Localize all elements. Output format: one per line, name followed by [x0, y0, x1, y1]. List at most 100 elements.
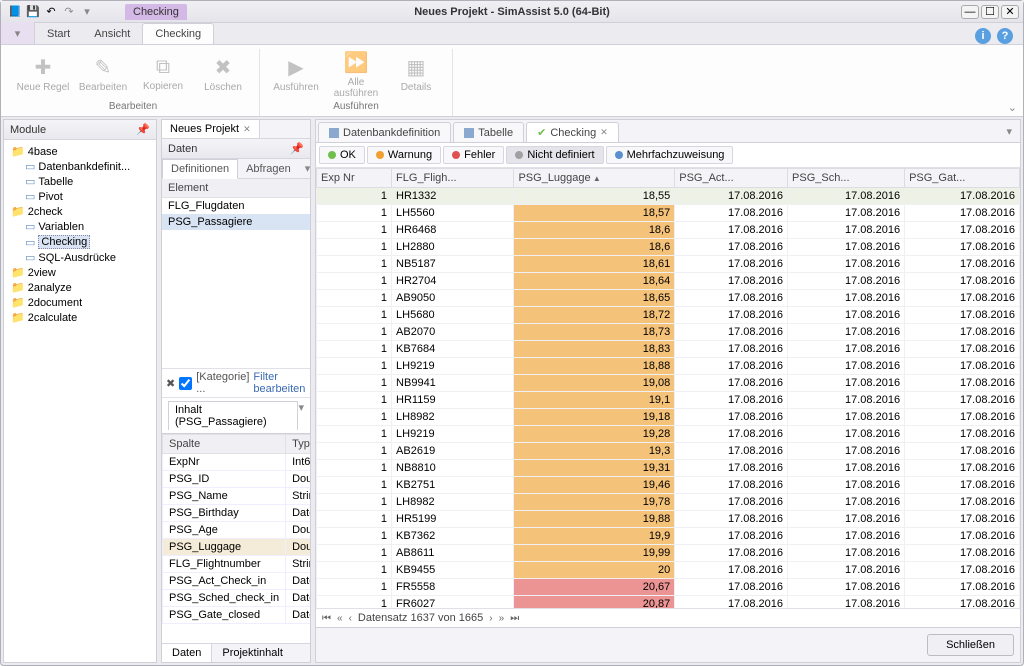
table-row[interactable]: 1AB861119,9917.08.201617.08.201617.08.20…	[317, 545, 1020, 562]
prop-row[interactable]: PSG_LuggageDouble	[163, 539, 311, 556]
filter-chip[interactable]: Mehrfachzuweisung	[606, 146, 734, 164]
filter-clear-icon[interactable]: ✖	[166, 377, 175, 390]
table-row[interactable]: 1NB518718,6117.08.201617.08.201617.08.20…	[317, 256, 1020, 273]
quick-dropdown-icon[interactable]: ▾	[79, 4, 95, 20]
file-menu-button[interactable]: ▾	[1, 22, 35, 44]
inhalt-dropdown-icon[interactable]: ▾	[298, 401, 304, 430]
table-row[interactable]: 1LH921919,2817.08.201617.08.201617.08.20…	[317, 426, 1020, 443]
save-icon[interactable]: 💾	[25, 4, 41, 20]
grid-header[interactable]: Exp Nr	[317, 169, 392, 188]
table-row[interactable]: 1AB207018,7317.08.201617.08.201617.08.20…	[317, 324, 1020, 341]
copy-button[interactable]: ⧉Kopieren	[135, 49, 191, 99]
table-row[interactable]: 1NB994119,0817.08.201617.08.201617.08.20…	[317, 375, 1020, 392]
ribbon-collapse-icon[interactable]: ⌄	[1008, 101, 1017, 114]
content-tab[interactable]: Datenbankdefinition	[318, 122, 451, 142]
new-rule-button[interactable]: ✚Neue Regel	[15, 49, 71, 99]
delete-button[interactable]: ✖Löschen	[195, 49, 251, 99]
pager-next-icon[interactable]: ›	[489, 613, 492, 624]
table-row[interactable]: 1LH556018,5717.08.201617.08.201617.08.20…	[317, 205, 1020, 222]
table-row[interactable]: 1HR270418,6417.08.201617.08.201617.08.20…	[317, 273, 1020, 290]
grid-header[interactable]: PSG_Gat...	[905, 169, 1020, 188]
table-row[interactable]: 1AB261919,317.08.201617.08.201617.08.201…	[317, 443, 1020, 460]
grid-header[interactable]: PSG_Sch...	[788, 169, 905, 188]
tree-folder[interactable]: 📁2check	[8, 204, 154, 219]
prop-row[interactable]: PSG_IDDouble	[163, 471, 311, 488]
details-button[interactable]: ▦Details	[388, 49, 444, 99]
filter-chip[interactable]: Nicht definiert	[506, 146, 603, 164]
ribbon-tab-checking[interactable]: Checking	[142, 23, 214, 44]
content-tab-dropdown-icon[interactable]: ▾	[1000, 122, 1018, 142]
pager-first-icon[interactable]: ⏮	[322, 613, 331, 624]
prop-row[interactable]: PSG_NameString	[163, 488, 311, 505]
table-row[interactable]: 1LH568018,7217.08.201617.08.201617.08.20…	[317, 307, 1020, 324]
content-tab[interactable]: Tabelle	[453, 122, 524, 142]
prop-row[interactable]: PSG_Act_Check_inDateTime	[163, 573, 311, 590]
prop-header[interactable]: Typ	[286, 435, 310, 454]
minimize-button[interactable]: —	[961, 5, 979, 19]
prop-row[interactable]: PSG_Sched_check_inDateTime	[163, 590, 311, 607]
close-button[interactable]: Schließen	[927, 634, 1014, 656]
subtab-abfragen[interactable]: Abfragen	[238, 160, 299, 178]
tree-folder[interactable]: 📁2calculate	[8, 310, 154, 325]
help-icon[interactable]: ?	[997, 28, 1013, 44]
pager-nextpage-icon[interactable]: »	[499, 613, 505, 624]
table-row[interactable]: 1LH288018,617.08.201617.08.201617.08.201…	[317, 239, 1020, 256]
tree-folder[interactable]: 📁2analyze	[8, 280, 154, 295]
edit-button[interactable]: ✎Bearbeiten	[75, 49, 131, 99]
grid-header[interactable]: PSG_Act...	[675, 169, 788, 188]
filter-chip[interactable]: OK	[319, 146, 365, 164]
element-item[interactable]: PSG_Passagiere	[162, 214, 310, 230]
element-list[interactable]: FLG_FlugdatenPSG_Passagiere	[162, 198, 310, 368]
prop-header[interactable]: Spalte	[163, 435, 286, 454]
prop-row[interactable]: PSG_BirthdayDateTime	[163, 505, 311, 522]
filter-chip[interactable]: Fehler	[443, 146, 504, 164]
properties-table[interactable]: SpalteTypExpNrInt64PSG_IDDoublePSG_NameS…	[162, 434, 310, 643]
table-row[interactable]: 1LH921918,8817.08.201617.08.201617.08.20…	[317, 358, 1020, 375]
subtab-definitionen[interactable]: Definitionen	[162, 159, 238, 179]
table-row[interactable]: 1FR555820,6717.08.201617.08.201617.08.20…	[317, 579, 1020, 596]
table-row[interactable]: 1AB905018,6517.08.201617.08.201617.08.20…	[317, 290, 1020, 307]
redo-icon[interactable]: ↷	[61, 4, 77, 20]
table-row[interactable]: 1KB275119,4617.08.201617.08.201617.08.20…	[317, 477, 1020, 494]
tree-folder[interactable]: 📁4base	[8, 144, 154, 159]
tree-item[interactable]: ▭Checking	[22, 234, 154, 250]
filter-checkbox[interactable]	[179, 377, 192, 390]
table-row[interactable]: 1HR133218,5517.08.201617.08.201617.08.20…	[317, 188, 1020, 205]
tree-folder[interactable]: 📁2view	[8, 265, 154, 280]
table-row[interactable]: 1KB736219,917.08.201617.08.201617.08.201…	[317, 528, 1020, 545]
table-row[interactable]: 1LH898219,7817.08.201617.08.201617.08.20…	[317, 494, 1020, 511]
filter-edit-link[interactable]: Filter bearbeiten	[253, 371, 306, 395]
tree-item[interactable]: ▭Tabelle	[22, 174, 154, 189]
table-row[interactable]: 1KB768418,8317.08.201617.08.201617.08.20…	[317, 341, 1020, 358]
table-row[interactable]: 1HR519919,8817.08.201617.08.201617.08.20…	[317, 511, 1020, 528]
tree-item[interactable]: ▭Datenbankdefinit...	[22, 159, 154, 174]
tree-folder[interactable]: 📁2document	[8, 295, 154, 310]
inhalt-tab[interactable]: Inhalt (PSG_Passagiere)	[168, 401, 298, 430]
table-row[interactable]: 1LH898219,1817.08.201617.08.201617.08.20…	[317, 409, 1020, 426]
maximize-button[interactable]: ☐	[981, 5, 999, 19]
table-row[interactable]: 1HR115919,117.08.201617.08.201617.08.201…	[317, 392, 1020, 409]
ribbon-tab-start[interactable]: Start	[35, 24, 82, 44]
tree-item[interactable]: ▭Pivot	[22, 189, 154, 204]
doc-tab-project[interactable]: Neues Projekt✕	[162, 120, 260, 138]
table-row[interactable]: 1KB94552017.08.201617.08.201617.08.2016	[317, 562, 1020, 579]
table-row[interactable]: 1HR646818,617.08.201617.08.201617.08.201…	[317, 222, 1020, 239]
tree-item[interactable]: ▭Variablen	[22, 219, 154, 234]
tree-item[interactable]: ▭SQL-Ausdrücke	[22, 250, 154, 265]
bottom-tab-daten[interactable]: Daten	[162, 644, 212, 662]
ribbon-tab-ansicht[interactable]: Ansicht	[82, 24, 142, 44]
prop-row[interactable]: PSG_AgeDouble	[163, 522, 311, 539]
run-button[interactable]: ▶Ausführen	[268, 49, 324, 99]
prop-row[interactable]: FLG_FlightnumberString	[163, 556, 311, 573]
close-window-button[interactable]: ✕	[1001, 5, 1019, 19]
pager-last-icon[interactable]: ⏭	[510, 613, 519, 624]
pin-icon[interactable]: 📌	[290, 142, 304, 155]
prop-row[interactable]: ExpNrInt64	[163, 454, 311, 471]
grid-header[interactable]: PSG_Luggage	[514, 169, 675, 188]
grid-header[interactable]: FLG_Fligh...	[392, 169, 514, 188]
prop-row[interactable]: PSG_Gate_closedDateTime	[163, 607, 311, 624]
table-row[interactable]: 1FR602720,8717.08.201617.08.201617.08.20…	[317, 596, 1020, 609]
bottom-tab-projektinhalt[interactable]: Projektinhalt	[212, 644, 293, 662]
undo-icon[interactable]: ↶	[43, 4, 59, 20]
close-icon[interactable]: ✕	[243, 124, 251, 135]
